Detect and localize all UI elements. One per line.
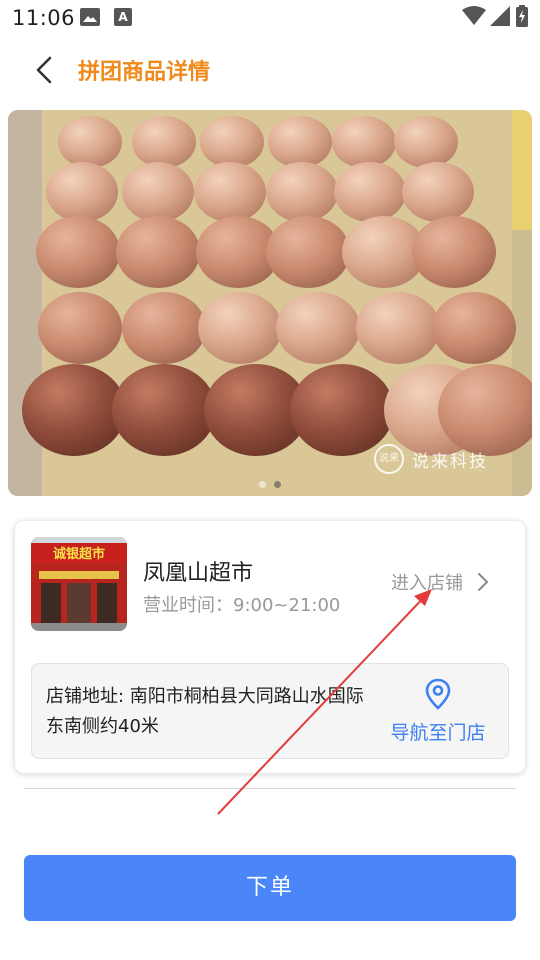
egg <box>112 364 216 456</box>
carousel-dot <box>259 481 266 488</box>
egg <box>432 292 516 364</box>
status-time: 11:06 <box>12 6 76 30</box>
product-image-carousel[interactable]: 说来 说来科技 <box>8 110 532 496</box>
watermark-logo: 说来 <box>374 444 404 474</box>
chevron-right-icon <box>478 573 488 591</box>
address-box: 店铺地址: 南阳市桐柏县大同路山水国际东南侧约40米 导航至门店 <box>31 663 509 759</box>
egg <box>266 216 350 288</box>
back-button[interactable] <box>28 52 64 88</box>
store-name: 凤凰山超市 <box>143 561 254 586</box>
egg <box>356 292 440 364</box>
egg <box>122 292 206 364</box>
egg <box>122 162 194 222</box>
egg <box>132 116 196 168</box>
egg <box>394 116 458 168</box>
carousel-indicator <box>8 481 532 488</box>
enter-store-link[interactable]: 进入店铺 <box>391 569 489 595</box>
egg <box>332 116 396 168</box>
egg <box>38 292 122 364</box>
image-icon <box>80 8 100 26</box>
signal-icon <box>490 6 510 30</box>
order-button[interactable]: 下单 <box>24 855 516 921</box>
store-thumbnail[interactable]: 诚银超市 <box>31 537 127 631</box>
egg <box>334 162 406 222</box>
navigate-label: 导航至门店 <box>390 722 486 744</box>
egg <box>412 216 496 288</box>
egg <box>290 364 394 456</box>
egg <box>266 162 338 222</box>
a-icon: A <box>114 8 132 26</box>
store-address: 店铺地址: 南阳市桐柏县大同路山水国际东南侧约40米 <box>46 686 364 737</box>
store-thumb-sign: 诚银超市 <box>53 546 105 562</box>
store-photo: 诚银超市 <box>31 537 127 631</box>
chevron-left-icon <box>36 56 52 84</box>
divider <box>24 788 516 789</box>
egg <box>276 292 360 364</box>
egg <box>194 162 266 222</box>
egg <box>36 216 120 288</box>
enter-store-label: 进入店铺 <box>391 573 463 594</box>
egg <box>58 116 122 168</box>
egg <box>198 292 282 364</box>
egg <box>116 216 200 288</box>
store-hours: 营业时间：9:00~21:00 <box>143 595 341 616</box>
store-card: 诚银超市 凤凰山超市 营业时间：9:00~21:00 进入店铺 店铺地址: 南阳… <box>14 520 526 774</box>
watermark: 说来 说来科技 <box>374 444 488 474</box>
egg <box>402 162 474 222</box>
egg <box>46 162 118 222</box>
carousel-dot-active <box>274 481 281 488</box>
status-bar: 11:06 A <box>0 0 540 36</box>
egg <box>200 116 264 168</box>
battery-icon <box>516 5 528 31</box>
header: 拼团商品详情 <box>0 40 540 100</box>
egg <box>22 364 126 456</box>
watermark-text: 说来科技 <box>412 451 488 472</box>
wifi-icon <box>462 6 486 30</box>
navigate-to-store-button[interactable]: 导航至门店 <box>382 678 494 745</box>
location-pin-icon <box>425 678 451 710</box>
product-photo <box>8 110 532 496</box>
egg <box>268 116 332 168</box>
page-title: 拼团商品详情 <box>78 60 211 85</box>
